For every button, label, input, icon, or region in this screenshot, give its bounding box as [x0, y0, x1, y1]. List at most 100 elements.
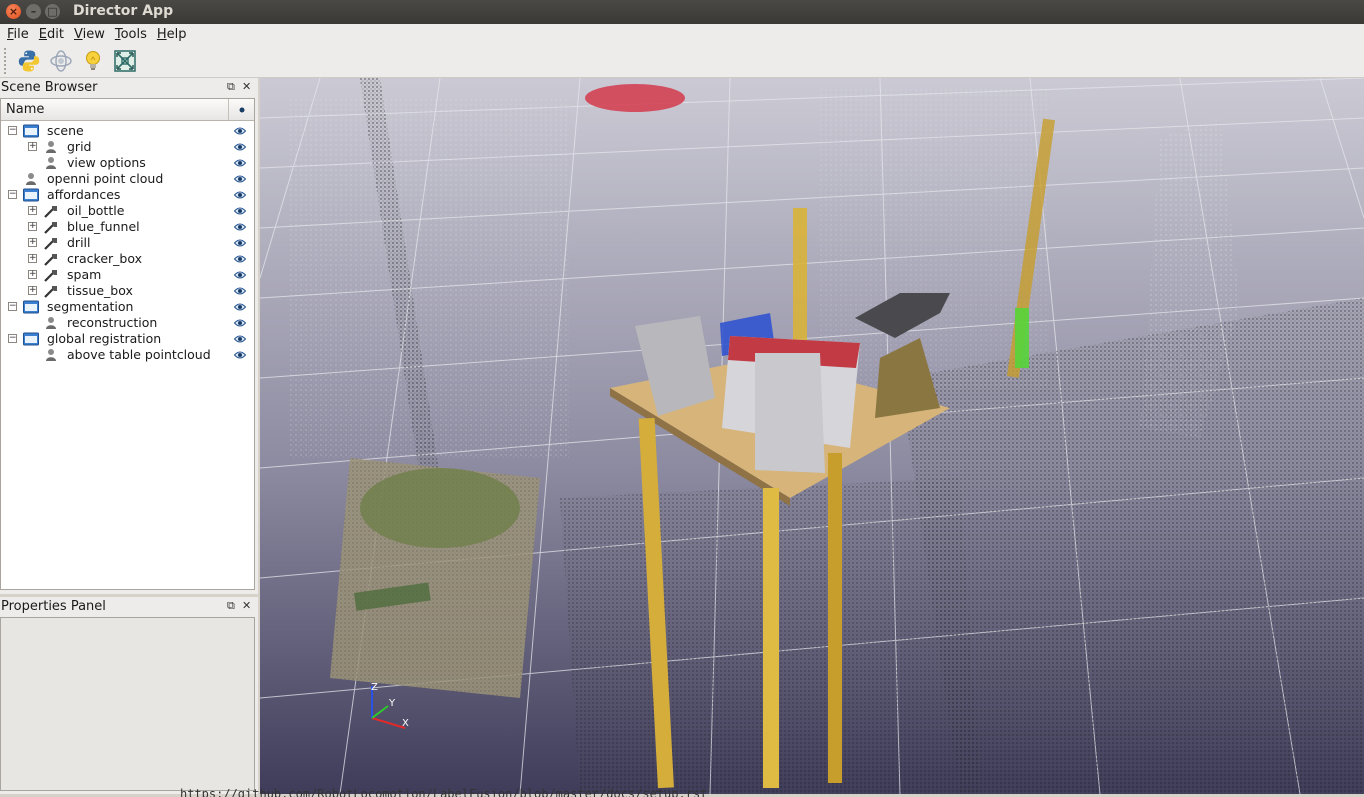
axis-z-label: Z — [371, 682, 378, 693]
tree-item-label: cracker_box — [67, 251, 143, 266]
folder-icon — [23, 300, 39, 314]
main-toolbar — [0, 44, 1364, 78]
expand-icon[interactable]: + — [28, 238, 37, 247]
column-header-visibility[interactable] — [228, 99, 254, 120]
maximize-window-button[interactable]: □ — [45, 4, 60, 19]
minimize-window-button[interactable]: – — [26, 4, 41, 19]
close-window-button[interactable]: × — [6, 4, 21, 19]
visibility-eye-icon[interactable] — [234, 206, 246, 216]
visibility-eye-icon[interactable] — [234, 350, 246, 360]
visibility-eye-icon[interactable] — [234, 174, 246, 184]
camera-orbit-icon — [50, 49, 72, 72]
affordance-icon — [44, 254, 57, 266]
scene-tree[interactable]: Name − scene + grid view options openni point… — [0, 98, 255, 590]
expand-icon[interactable]: + — [28, 222, 37, 231]
axis-y-label: Y — [388, 698, 396, 709]
affordance-icon — [44, 222, 57, 234]
folder-icon — [23, 332, 39, 346]
tree-item-label: segmentation — [47, 299, 134, 314]
tree-item-label: reconstruction — [67, 315, 158, 330]
properties-panel-content[interactable] — [0, 617, 255, 791]
menu-help[interactable]: Help — [152, 27, 192, 42]
menu-edit[interactable]: Edit — [34, 27, 69, 42]
visibility-eye-icon[interactable] — [234, 318, 246, 328]
tree-item-label: above table pointcloud — [67, 347, 211, 362]
tree-item[interactable]: reconstruction — [1, 315, 254, 331]
tree-item-label: view options — [67, 155, 146, 170]
tree-item[interactable]: above table pointcloud — [1, 347, 254, 363]
window-title: Director App — [73, 3, 174, 19]
tree-item[interactable]: − global registration — [1, 331, 254, 347]
visibility-eye-icon[interactable] — [234, 190, 246, 200]
visibility-eye-icon[interactable] — [234, 158, 246, 168]
tree-item[interactable]: + oil_bottle — [1, 203, 254, 219]
3d-viewport[interactable]: Z Y X — [260, 78, 1364, 794]
tree-item[interactable]: + grid — [1, 139, 254, 155]
tree-item-label: oil_bottle — [67, 203, 125, 218]
tree-item[interactable]: + tissue_box — [1, 283, 254, 299]
expand-icon[interactable]: + — [28, 206, 37, 215]
tree-item-label: spam — [67, 267, 102, 282]
close-dock-icon[interactable]: ✕ — [242, 80, 251, 93]
tree-item-label: affordances — [47, 187, 121, 202]
tree-rows: − scene + grid view options openni point clou… — [1, 121, 254, 363]
visibility-eye-icon[interactable] — [234, 286, 246, 296]
menu-view[interactable]: View — [69, 27, 110, 42]
title-bar: × – □ Director App — [0, 0, 1364, 24]
lightbulb-icon — [86, 50, 100, 70]
tree-item[interactable]: + spam — [1, 267, 254, 283]
camera-orbit-button[interactable] — [48, 48, 74, 74]
visibility-eye-icon[interactable] — [234, 238, 246, 248]
tree-item-label: blue_funnel — [67, 219, 140, 234]
collapse-icon[interactable]: − — [8, 190, 17, 199]
reset-view-button[interactable] — [112, 48, 138, 74]
tree-item[interactable]: + cracker_box — [1, 251, 254, 267]
visibility-eye-icon[interactable] — [234, 142, 246, 152]
tree-item-label: global registration — [47, 331, 162, 346]
tree-item-label: drill — [67, 235, 91, 250]
status-text: https://github.com/RobotLocomotion/Label… — [180, 787, 708, 797]
affordance-icon — [44, 270, 57, 282]
visibility-eye-icon[interactable] — [234, 270, 246, 280]
column-header-name[interactable]: Name — [1, 102, 44, 117]
tree-item-label: openni point cloud — [47, 171, 164, 186]
close-dock-icon[interactable]: ✕ — [242, 599, 251, 612]
menu-file[interactable]: File — [2, 27, 34, 42]
collapse-icon[interactable]: − — [8, 334, 17, 343]
object-icon — [46, 317, 56, 329]
menu-bar: File Edit View Tools Help — [0, 24, 1364, 44]
tree-item[interactable]: openni point cloud — [1, 171, 254, 187]
tree-item[interactable]: − affordances — [1, 187, 254, 203]
visibility-eye-icon[interactable] — [234, 302, 246, 312]
properties-panel-dock: Properties Panel ⧉ ✕ — [0, 597, 258, 794]
float-dock-icon[interactable]: ⧉ — [227, 80, 235, 94]
tree-item[interactable]: view options — [1, 155, 254, 171]
point-cloud-scene[interactable]: Z Y X — [260, 78, 1364, 794]
visibility-eye-icon[interactable] — [234, 222, 246, 232]
expand-icon[interactable]: + — [28, 142, 37, 151]
collapse-icon[interactable]: − — [8, 302, 17, 311]
collapse-icon[interactable]: − — [8, 126, 17, 135]
toolbar-grip[interactable] — [4, 47, 8, 74]
tree-item-label: scene — [47, 123, 84, 138]
tree-item[interactable]: + blue_funnel — [1, 219, 254, 235]
affordance-icon — [44, 206, 57, 218]
lighting-button[interactable] — [80, 48, 106, 74]
scene-browser-title: Scene Browser — [1, 79, 98, 95]
scene-browser-dock: Scene Browser ⧉ ✕ Name − scene + grid view o… — [0, 78, 258, 594]
visibility-eye-icon[interactable] — [234, 254, 246, 264]
float-dock-icon[interactable]: ⧉ — [227, 599, 235, 613]
expand-icon[interactable]: + — [28, 270, 37, 279]
visibility-eye-icon[interactable] — [234, 126, 246, 136]
python-icon — [18, 50, 40, 71]
expand-icon[interactable]: + — [28, 286, 37, 295]
menu-tools[interactable]: Tools — [110, 27, 152, 42]
expand-icon[interactable]: + — [28, 254, 37, 263]
affordance-icon — [44, 238, 57, 250]
visibility-eye-icon[interactable] — [234, 334, 246, 344]
tree-item[interactable]: − scene — [1, 123, 254, 139]
folder-icon — [23, 124, 39, 138]
tree-item[interactable]: − segmentation — [1, 299, 254, 315]
python-console-button[interactable] — [16, 48, 42, 74]
tree-item[interactable]: + drill — [1, 235, 254, 251]
